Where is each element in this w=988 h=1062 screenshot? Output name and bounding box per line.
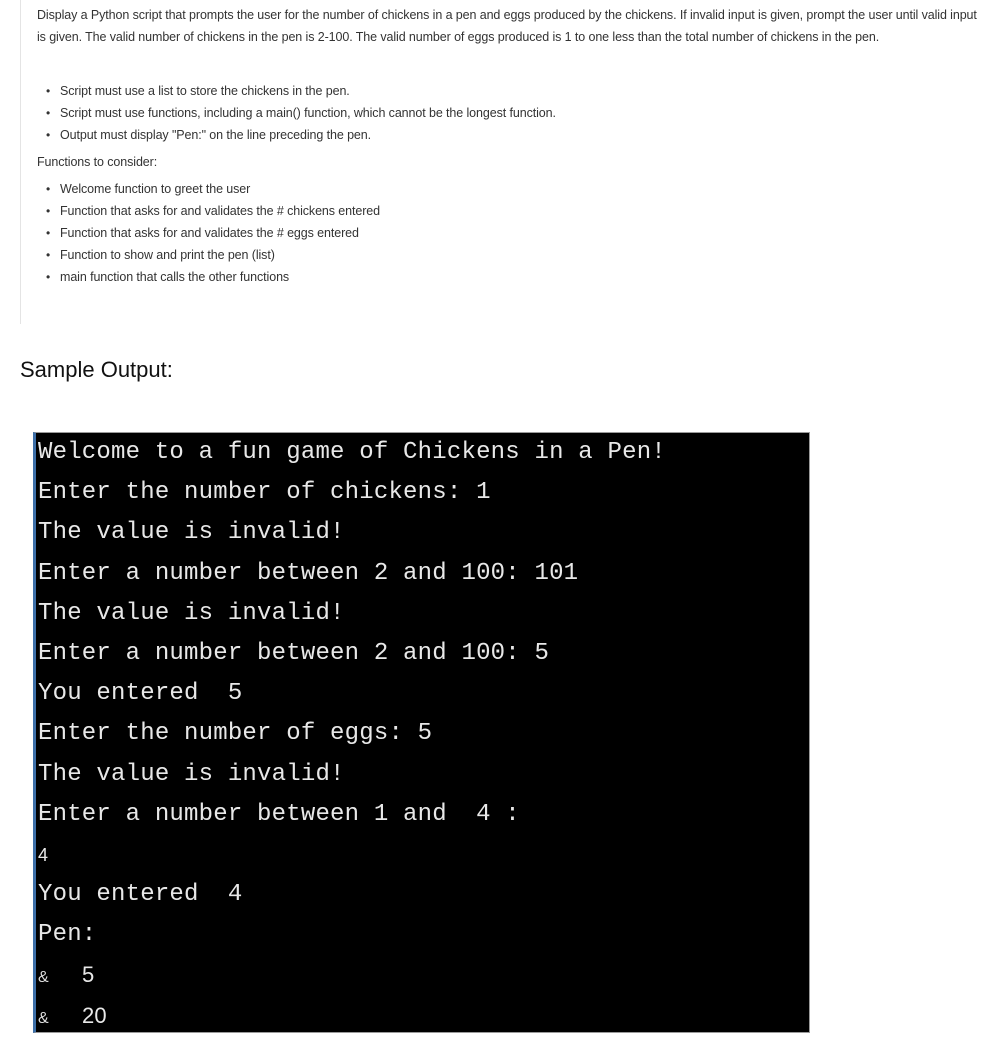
terminal-line: Enter a number between 2 and 100: 101 xyxy=(38,559,579,587)
terminal-line: The value is invalid! xyxy=(38,760,345,788)
terminal-line: 4 xyxy=(38,844,49,865)
terminal-line: Welcome to a fun game of Chickens in a P… xyxy=(38,439,666,466)
functions-heading: Functions to consider: xyxy=(37,155,158,169)
function-text: main function that calls the other funct… xyxy=(60,270,290,284)
requirements-list: • Script must use a list to store the chi… xyxy=(37,80,980,146)
bullet-icon: • xyxy=(46,182,51,196)
terminal-line: Enter a number between 1 and 4 : xyxy=(38,800,520,828)
bullet-icon: • xyxy=(46,106,51,120)
function-text: Welcome function to greet the user xyxy=(60,182,251,196)
bullet-icon: • xyxy=(46,204,51,218)
terminal-line: You entered 4 xyxy=(38,881,243,909)
bullet-icon: • xyxy=(46,84,51,98)
bullet-icon: • xyxy=(46,270,51,284)
terminal-line: Enter the number of chickens: 1 xyxy=(38,479,491,507)
requirement-text: Output must display "Pen:" on the line p… xyxy=(60,128,372,142)
function-item: • main function that calls the other func… xyxy=(37,266,980,288)
requirement-item: • Script must use functions, including a … xyxy=(37,102,980,124)
bullet-icon: • xyxy=(46,128,51,142)
function-text: Function to show and print the pen (list… xyxy=(60,248,275,262)
chicken-symbol: & xyxy=(38,1009,49,1027)
function-item: • Function to show and print the pen (lis… xyxy=(37,244,980,266)
terminal-line: Enter the number of eggs: 5 xyxy=(38,720,433,748)
intro-paragraph: Display a Python script that prompts the… xyxy=(37,8,977,44)
functions-list: • Welcome function to greet the user • Fun… xyxy=(37,178,980,288)
requirement-item: • Output must display "Pen:" on the line … xyxy=(37,124,980,146)
terminal-line: The value is invalid! xyxy=(38,519,345,547)
pen-value: 5 xyxy=(82,962,95,988)
terminal-line: The value is invalid! xyxy=(38,599,345,627)
requirement-text: Script must use functions, including a m… xyxy=(60,106,556,120)
bullet-icon: • xyxy=(46,248,51,262)
pen-row: & 20 xyxy=(38,998,809,1038)
function-item: • Welcome function to greet the user xyxy=(37,178,980,200)
terminal-output: Welcome to a fun game of Chickens in a P… xyxy=(33,432,810,1033)
function-text: Function that asks for and validates the… xyxy=(60,204,380,218)
sample-output-heading: Sample Output: xyxy=(20,357,173,382)
pen-value: 20 xyxy=(82,1002,107,1028)
terminal-line: You entered 5 xyxy=(38,680,243,708)
function-item: • Function that asks for and validates th… xyxy=(37,200,980,222)
terminal-line: Enter a number between 2 and 100: 5 xyxy=(38,639,550,667)
chicken-symbol: & xyxy=(38,969,49,987)
problem-description: Display a Python script that prompts the… xyxy=(20,0,980,324)
function-item: • Function that asks for and validates th… xyxy=(37,222,980,244)
requirement-item: • Script must use a list to store the chi… xyxy=(37,80,980,102)
pen-row: & 5 xyxy=(38,957,809,997)
function-text: Function that asks for and validates the… xyxy=(60,226,359,240)
terminal-line: Pen: xyxy=(38,921,97,949)
requirement-text: Script must use a list to store the chic… xyxy=(60,84,350,98)
bullet-icon: • xyxy=(46,226,51,240)
